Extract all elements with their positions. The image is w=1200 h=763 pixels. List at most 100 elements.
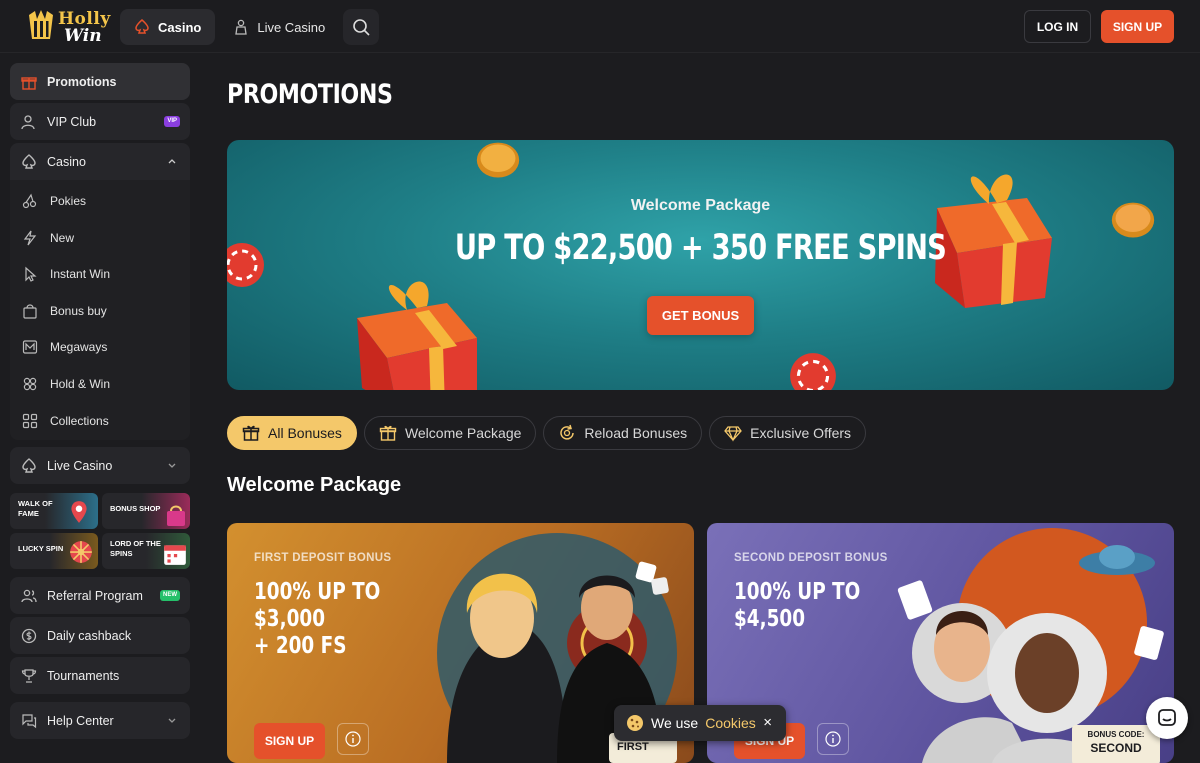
coin-icon: [476, 142, 520, 178]
filter-label: Welcome Package: [404, 425, 522, 441]
dealer-icon: [235, 19, 248, 35]
sidebar-subitem-label: Pokies: [50, 194, 87, 208]
support-chat-button[interactable]: [1146, 697, 1188, 739]
search-button[interactable]: [343, 9, 380, 45]
sidebar-item-label: Help Center: [47, 713, 114, 728]
tile-label: LORD OF THE SPINS: [110, 539, 161, 558]
nav-live-casino-label: Live Casino: [257, 19, 326, 35]
shopping-bag-icon: [23, 304, 37, 319]
bonus-code-value: SECOND: [1090, 741, 1142, 755]
sidebar-subitem-new[interactable]: New: [22, 223, 74, 253]
sidebar-item-label: Tournaments: [47, 668, 120, 683]
card-amount-line: 100% UP TO: [254, 579, 381, 605]
grid-icon: [22, 413, 38, 429]
ticket-text: FIRST: [617, 741, 649, 753]
chevron-down-icon: [168, 463, 176, 468]
sidebar-subitem-label: New: [50, 231, 75, 245]
logo[interactable]: Holly Win: [26, 7, 110, 46]
sidebar-subitem-label: Collections: [50, 414, 109, 428]
filter-all-bonuses[interactable]: All Bonuses: [227, 416, 357, 450]
trophy-icon: [21, 668, 37, 683]
tile-label: WALK OF FAME: [18, 499, 53, 518]
sidebar-subitem-label: Instant Win: [50, 267, 111, 281]
card-signup-button[interactable]: SIGN UP: [254, 723, 325, 759]
cookie-text: We use: [651, 715, 699, 731]
bonus-filter-tabs: All Bonuses Welcome Package Reload Bonus…: [227, 416, 867, 450]
signup-button[interactable]: SIGN UP: [1101, 10, 1174, 43]
card-label: SECOND DEPOSIT BONUS: [734, 552, 888, 564]
card-info-button[interactable]: [337, 723, 369, 755]
sidebar-item-tournaments[interactable]: Tournaments: [10, 657, 190, 694]
sidebar-item-label: Referral Program: [47, 588, 143, 603]
sidebar-subitem-bonus-buy[interactable]: Bonus buy: [22, 296, 107, 326]
calendar-icon: [164, 545, 186, 565]
sidebar-item-vip[interactable]: VIP Club VIP: [10, 103, 190, 140]
card-amount-line: $4,500: [734, 606, 806, 632]
reload-icon: [560, 424, 575, 440]
cookie-link[interactable]: Cookies: [705, 715, 756, 731]
diamond-icon: [724, 426, 742, 442]
cookie-banner: We use Cookies ×: [614, 705, 786, 741]
filter-welcome-package[interactable]: Welcome Package: [363, 416, 537, 450]
nav-casino[interactable]: Casino: [120, 9, 216, 45]
sidebar-subitem-pokies[interactable]: Pokies: [22, 186, 86, 216]
nav-live-casino[interactable]: Live Casino: [219, 9, 339, 45]
spade-icon: [22, 457, 36, 473]
info-icon: [825, 731, 841, 747]
sidebar-subitem-instant-win[interactable]: Instant Win: [22, 259, 110, 289]
sidebar-item-label: Daily cashback: [47, 628, 132, 643]
sidebar-subitem-hold-win[interactable]: Hold & Win: [22, 369, 110, 399]
filter-exclusive-offers[interactable]: Exclusive Offers: [709, 416, 867, 450]
wheel-icon: [70, 541, 92, 563]
tile-lord-of-the-spins[interactable]: LORD OF THE SPINS: [102, 533, 190, 569]
sidebar-item-label: Casino: [47, 154, 86, 169]
cursor-icon: [25, 266, 37, 282]
casino-submenu: Pokies New Instant Win Bonus buy Megaway…: [10, 180, 190, 440]
info-icon: [345, 731, 361, 747]
sidebar-item-help[interactable]: Help Center: [10, 702, 190, 739]
sidebar-subitem-collections[interactable]: Collections: [22, 406, 109, 436]
cookie-icon: [627, 715, 643, 731]
login-button[interactable]: LOG IN: [1024, 10, 1091, 43]
lightning-icon: [23, 230, 37, 246]
sidebar-subitem-megaways[interactable]: Megaways: [22, 332, 107, 362]
clover-icon: [23, 377, 37, 391]
tile-bonus-shop[interactable]: BONUS SHOP: [102, 493, 190, 529]
gift-icon: [379, 425, 397, 441]
sidebar-subitem-label: Hold & Win: [50, 377, 111, 391]
section-title: Welcome Package: [227, 474, 402, 496]
chevron-down-icon: [168, 718, 176, 723]
bonus-code-tag: BONUS CODE: SECOND: [1072, 725, 1160, 763]
sidebar-item-referral[interactable]: Referral Program NEW: [10, 577, 190, 614]
tile-walk-of-fame[interactable]: WALK OF FAME: [10, 493, 98, 529]
filter-reload-bonuses[interactable]: Reload Bonuses: [543, 416, 703, 450]
card-label: FIRST DEPOSIT BONUS: [254, 552, 392, 564]
sidebar-item-label: Live Casino: [47, 458, 113, 473]
new-badge: NEW: [160, 590, 180, 601]
card-info-button[interactable]: [817, 723, 849, 755]
sidebar-subitem-label: Bonus buy: [50, 304, 107, 318]
card-amount: 100% UP TO $4,500: [734, 579, 860, 633]
tile-lucky-spin[interactable]: LUCKY SPIN: [10, 533, 98, 569]
sidebar-item-promotions[interactable]: Promotions: [10, 63, 190, 100]
card-amount-line: $3,000: [254, 606, 326, 632]
sidebar-item-live-casino[interactable]: Live Casino: [10, 447, 190, 484]
sidebar-item-casino[interactable]: Casino: [10, 143, 190, 180]
chevron-up-icon: [168, 159, 176, 164]
sidebar-item-label: Promotions: [47, 74, 117, 89]
spade-icon: [135, 19, 149, 34]
logo-text-win: Win: [64, 26, 102, 46]
get-bonus-button[interactable]: GET BONUS: [647, 296, 754, 335]
sidebar-item-cashback[interactable]: Daily cashback: [10, 617, 190, 654]
coin-icon: [21, 628, 37, 643]
filter-label: All Bonuses: [268, 425, 342, 441]
users-icon: [21, 589, 37, 602]
cherries-icon: [22, 193, 37, 209]
card-amount-line: 100% UP TO: [734, 579, 861, 605]
cookie-close-button[interactable]: ×: [763, 714, 772, 731]
user-star-icon: [21, 114, 35, 129]
search-icon: [353, 19, 370, 36]
hero-subtitle: Welcome Package: [630, 197, 771, 214]
gift-box-icon: [357, 281, 477, 390]
map-pin-icon: [71, 501, 87, 523]
